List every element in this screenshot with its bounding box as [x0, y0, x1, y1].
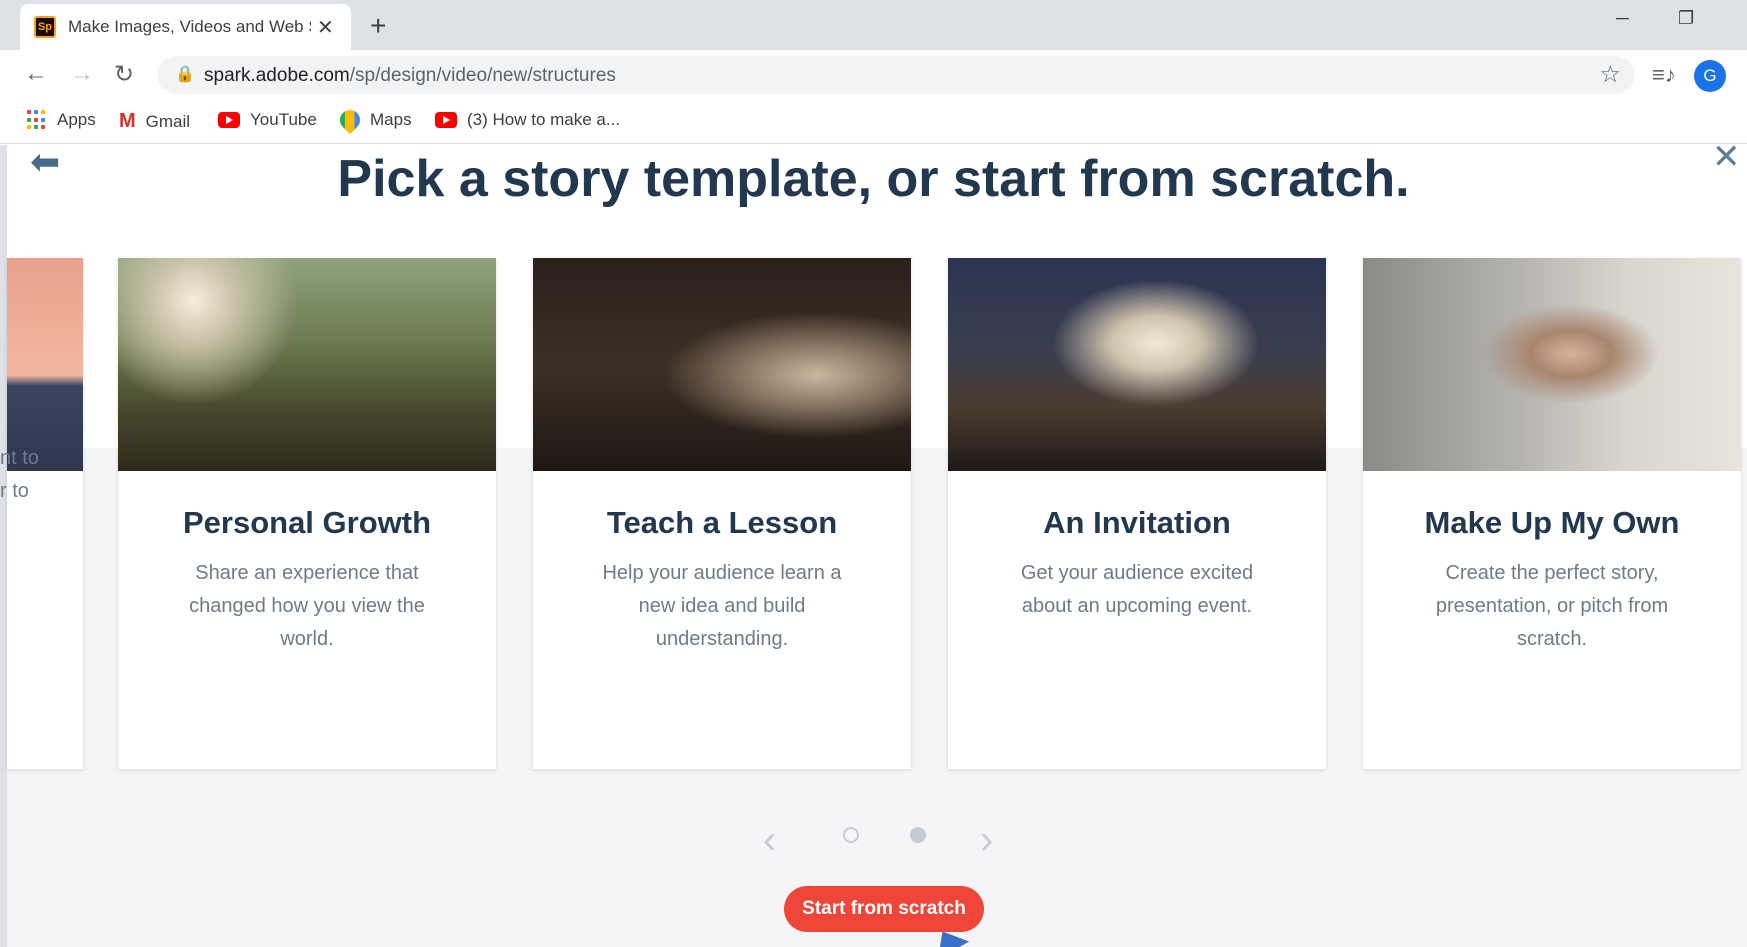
youtube-icon	[435, 112, 457, 128]
carousel-dot-active[interactable]	[910, 827, 926, 843]
story-template-picker: ⬅ ✕ Pick a story template, or start from…	[0, 145, 1747, 947]
bookmark-apps[interactable]: Apps	[27, 110, 96, 130]
tab-strip: Sp Make Images, Videos and Web Stories ✕…	[0, 0, 1747, 50]
template-card-teach-a-lesson[interactable]: Teach a Lesson Help your audience learn …	[533, 258, 911, 769]
card-description: Get your audience excited about an upcom…	[1020, 562, 1254, 617]
forward-icon[interactable]: →	[70, 60, 94, 88]
youtube-icon	[218, 112, 240, 128]
minimize-icon[interactable]: ─	[1616, 8, 1629, 29]
reload-icon[interactable]: ↻	[114, 60, 134, 89]
card-image	[118, 258, 496, 471]
card-title: Personal Growth	[182, 505, 432, 540]
bookmark-youtube[interactable]: YouTube	[218, 110, 317, 130]
lock-icon: 🔒	[175, 66, 195, 83]
restore-icon[interactable]: ❐	[1678, 8, 1694, 29]
card-description: Create the perfect story, presentation, …	[1435, 562, 1669, 650]
card-description: Help your audience learn a new idea and …	[602, 562, 842, 650]
bookmark-star-icon[interactable]: ☆	[1599, 60, 1621, 89]
template-card-partial[interactable]	[7, 258, 83, 769]
bookmark-gmail[interactable]: M Gmail	[119, 110, 190, 133]
apps-grid-icon	[27, 110, 47, 130]
browser-tab[interactable]: Sp Make Images, Videos and Web Stories ✕	[20, 4, 351, 50]
gmail-icon: M	[119, 110, 136, 132]
card-image	[1363, 258, 1741, 471]
bookmark-maps[interactable]: Maps	[335, 105, 412, 135]
tab-title: Make Images, Videos and Web Stories	[68, 17, 311, 36]
card-description: Share an experience that changed how you…	[189, 562, 425, 650]
page-edge	[0, 145, 7, 947]
template-card-personal-growth[interactable]: Personal Growth Share an experience that…	[118, 258, 496, 769]
carousel-prev-icon[interactable]: ‹	[763, 818, 776, 863]
adobe-spark-favicon-icon: Sp	[34, 16, 56, 38]
profile-avatar[interactable]: G	[1694, 60, 1726, 92]
media-control-icon[interactable]: ≡♪	[1652, 62, 1676, 88]
maps-icon	[335, 105, 365, 135]
template-card-an-invitation[interactable]: An Invitation Get your audience excited …	[948, 258, 1326, 769]
bookmarks-bar: Apps M Gmail YouTube Maps (3) How to mak…	[0, 102, 1747, 144]
card-image	[948, 258, 1326, 471]
address-bar[interactable]: 🔒 spark.adobe.com/sp/design/video/new/st…	[157, 56, 1635, 94]
card-title: Teach a Lesson	[606, 505, 838, 540]
card-title: Make Up My Own	[1424, 505, 1680, 540]
card-image	[533, 258, 911, 471]
browser-toolbar: ← → ↻ 🔒 spark.adobe.com/sp/design/video/…	[0, 50, 1747, 102]
new-tab-button[interactable]: +	[370, 10, 386, 42]
url-text: spark.adobe.com/sp/design/video/new/stru…	[204, 65, 616, 86]
partial-card-text: nt to r to	[0, 447, 39, 502]
carousel-dot[interactable]	[843, 827, 859, 843]
card-image	[7, 258, 83, 471]
back-icon[interactable]: ←	[24, 60, 48, 88]
carousel-next-icon[interactable]: ›	[980, 818, 993, 863]
page-title: Pick a story template, or start from scr…	[337, 150, 1410, 208]
tab-close-icon[interactable]: ✕	[317, 15, 334, 40]
card-title: An Invitation	[1043, 505, 1231, 540]
template-card-make-up-my-own[interactable]: Make Up My Own Create the perfect story,…	[1363, 258, 1741, 769]
bookmark-how-to-make[interactable]: (3) How to make a...	[435, 110, 620, 130]
